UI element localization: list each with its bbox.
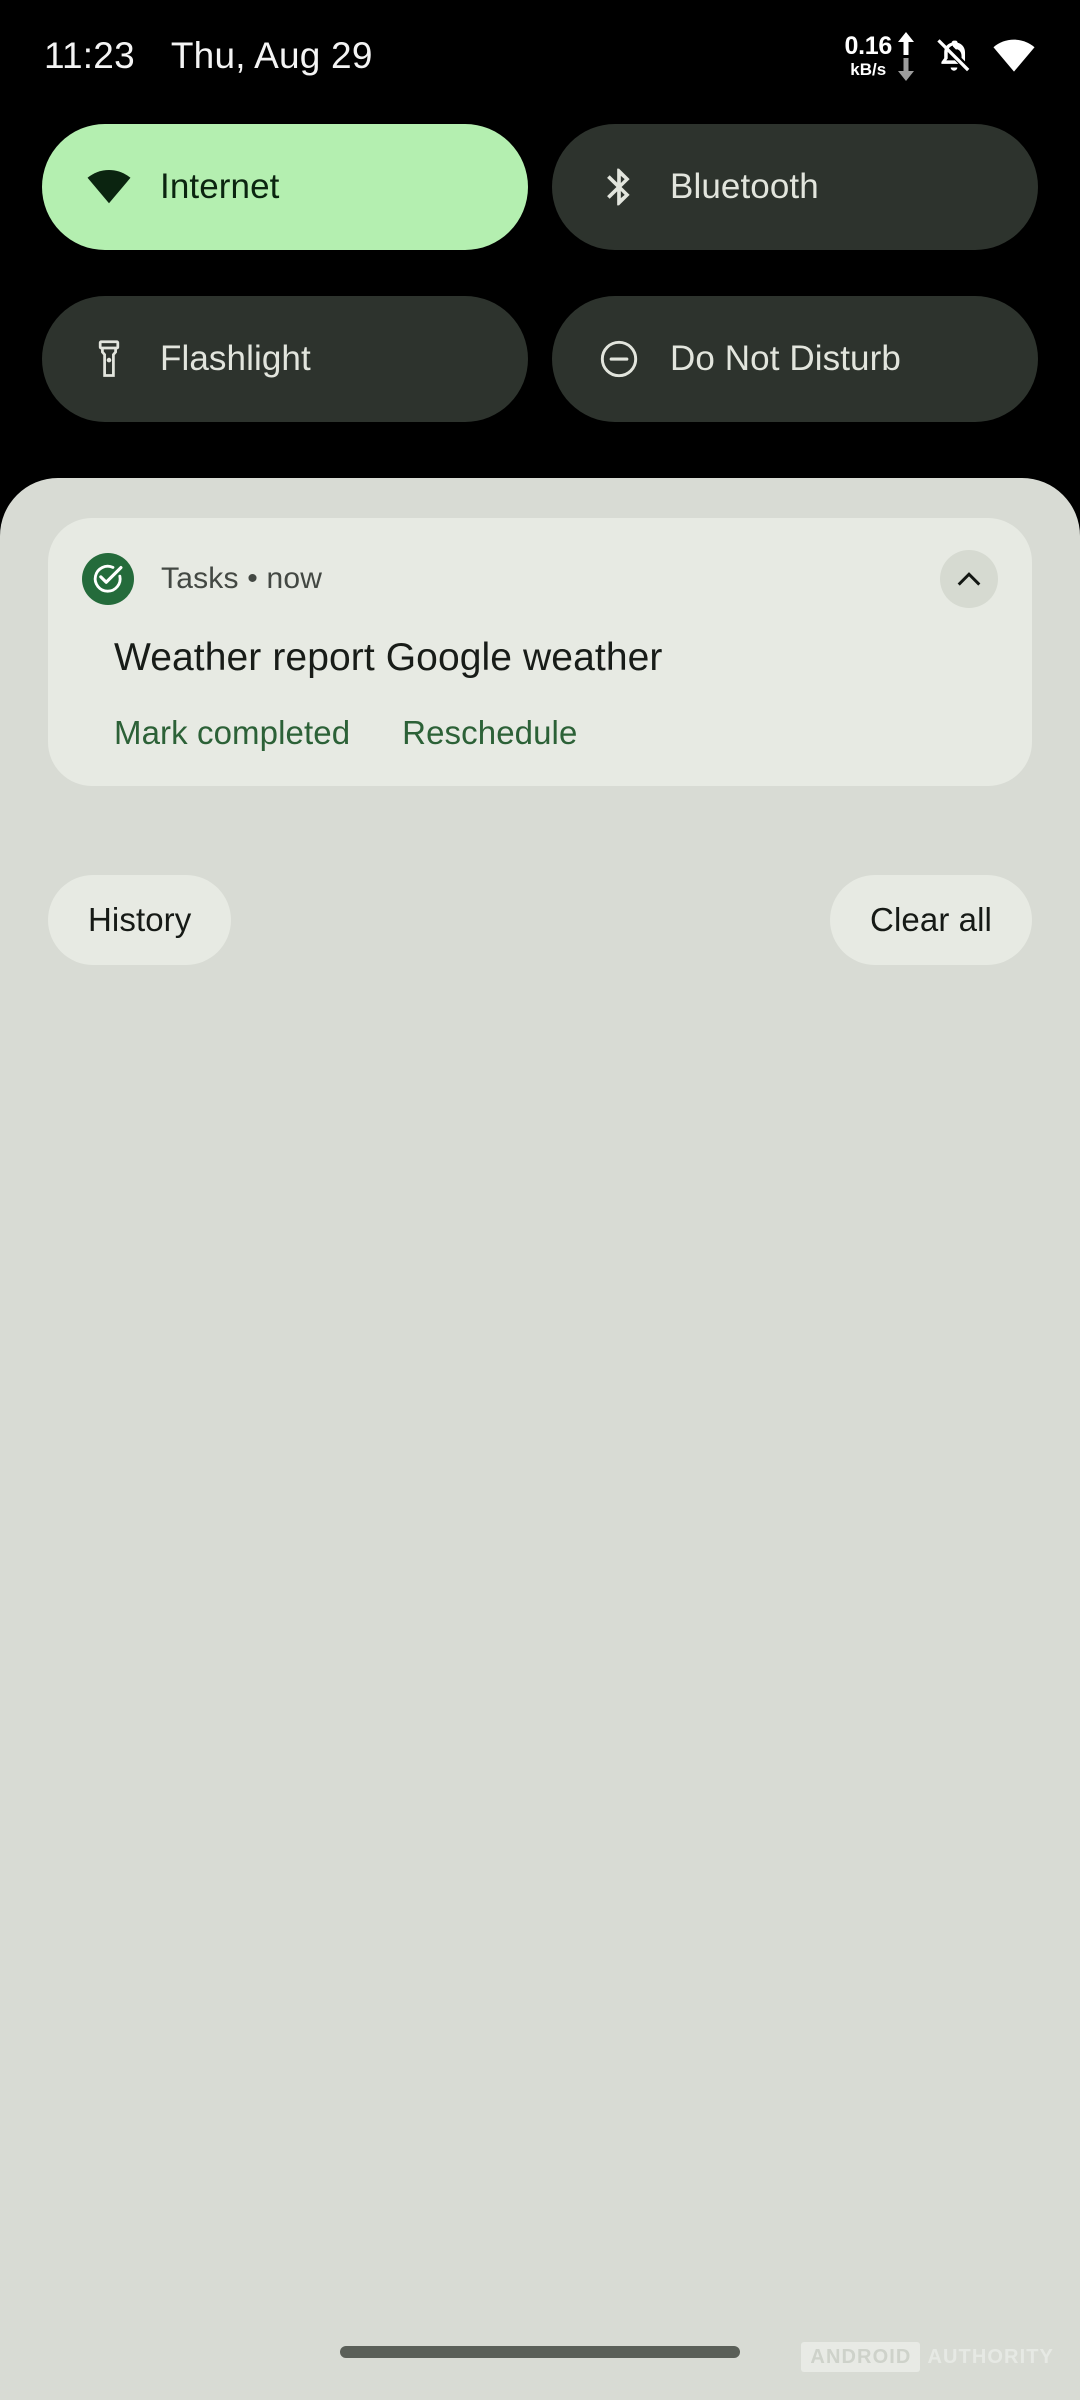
ringer-vibrate-off-icon (937, 39, 970, 72)
qs-tile-label: Bluetooth (670, 167, 819, 206)
notification-actions: Mark completed Reschedule (114, 714, 998, 752)
notification-card[interactable]: Tasks • now Weather report Google weathe… (48, 518, 1032, 786)
notification-shade-panel: Tasks • now Weather report Google weathe… (0, 478, 1080, 2400)
chevron-up-icon (957, 572, 981, 586)
tasks-check-circle-icon (82, 553, 134, 605)
status-date: Thu, Aug 29 (170, 35, 373, 76)
bluetooth-icon (596, 164, 642, 210)
qs-tile-label: Do Not Disturb (670, 339, 901, 378)
watermark: ANDROID AUTHORITY (801, 2342, 1054, 2372)
mark-completed-button[interactable]: Mark completed (114, 714, 350, 752)
notification-header: Tasks • now (82, 548, 998, 610)
status-bar-left: 11:23 Thu, Aug 29 (44, 35, 373, 77)
qs-tile-flashlight[interactable]: Flashlight (42, 296, 528, 422)
notification-collapse-button[interactable] (940, 550, 998, 608)
network-speed-value: 0.16 (844, 32, 893, 60)
quick-settings-tiles: Internet Bluetooth Flashlight Do Not Dis… (42, 124, 1038, 422)
wifi-icon (86, 164, 132, 210)
network-speed-unit: kB/s (850, 60, 887, 79)
network-speed-value-group: 0.16 kB/s (844, 32, 893, 79)
network-speed-indicator: 0.16 kB/s (845, 31, 916, 82)
qs-tile-label: Flashlight (160, 339, 311, 378)
notification-title: Weather report Google weather (114, 636, 663, 679)
reschedule-button[interactable]: Reschedule (402, 714, 577, 752)
gesture-nav-pill[interactable] (340, 2346, 740, 2358)
qs-tile-bluetooth[interactable]: Bluetooth (552, 124, 1038, 250)
download-arrow-icon (898, 57, 914, 81)
wifi-icon (993, 39, 1035, 72)
watermark-badge: ANDROID (801, 2342, 921, 2372)
do-not-disturb-icon (596, 336, 642, 382)
upload-arrow-icon (898, 31, 914, 55)
shade-footer-buttons: History Clear all (48, 875, 1032, 965)
qs-tile-internet[interactable]: Internet (42, 124, 528, 250)
status-bar: 11:23 Thu, Aug 29 0.16 kB/s (0, 0, 1080, 112)
notification-source-label: Tasks • now (161, 562, 323, 595)
clear-all-button[interactable]: Clear all (830, 875, 1032, 965)
qs-tile-do-not-disturb[interactable]: Do Not Disturb (552, 296, 1038, 422)
history-button[interactable]: History (48, 875, 232, 965)
network-speed-arrows (896, 31, 916, 82)
flashlight-icon (86, 336, 132, 382)
android-notification-shade: 11:23 Thu, Aug 29 0.16 kB/s Internet Blu… (0, 0, 1080, 2400)
status-bar-right: 0.16 kB/s (845, 31, 1036, 82)
watermark-text: AUTHORITY (927, 2345, 1054, 2368)
qs-tile-label: Internet (160, 167, 280, 206)
status-clock: 11:23 (44, 35, 135, 76)
